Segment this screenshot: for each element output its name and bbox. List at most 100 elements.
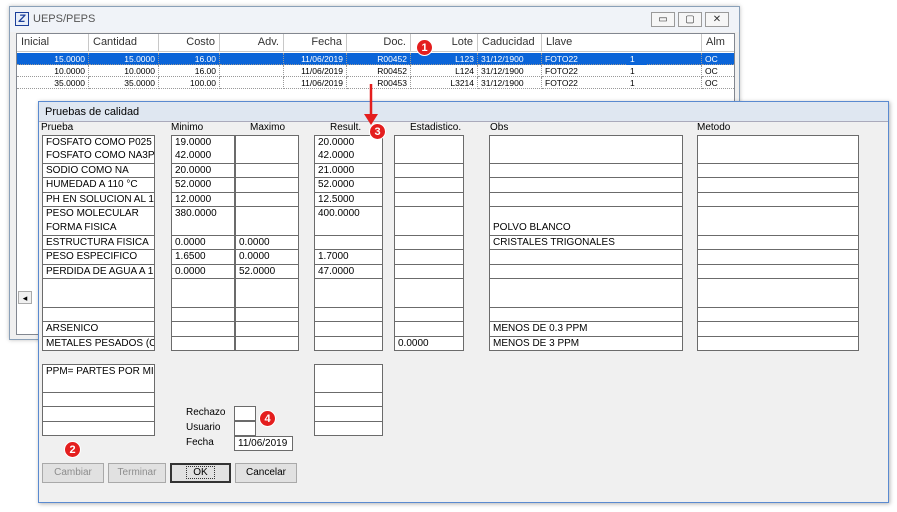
grid-cell-doc[interactable]: R00452 <box>347 65 411 77</box>
field-obs[interactable] <box>489 250 683 265</box>
field-minimo[interactable]: 20.0000 <box>171 163 235 179</box>
field-obs[interactable]: MENOS DE 0.3 PPM <box>489 322 683 337</box>
field-result[interactable]: 21.0000 <box>314 163 383 179</box>
field-metodo[interactable] <box>697 250 859 265</box>
rechazo-field[interactable] <box>234 406 256 421</box>
field-metodo[interactable] <box>697 221 859 236</box>
field-result[interactable] <box>314 322 383 337</box>
field-obs[interactable]: POLVO BLANCO <box>489 221 683 236</box>
field-maximo[interactable] <box>235 307 299 323</box>
grid-cell-cantidad[interactable]: 15.0000 <box>89 53 159 65</box>
column-header-costo[interactable]: Costo <box>159 34 220 52</box>
field-prueba[interactable]: ESTRUCTURA FISICA <box>42 235 155 251</box>
ok-button[interactable]: OK <box>170 463 231 483</box>
field-maximo[interactable] <box>235 279 299 294</box>
field-minimo[interactable] <box>171 293 235 308</box>
grid-cell-doc[interactable]: R00452 <box>347 53 411 65</box>
field-result[interactable]: 400.0000 <box>314 207 383 222</box>
field-result[interactable]: 1.7000 <box>314 250 383 265</box>
field-metodo[interactable] <box>697 207 859 222</box>
field-result[interactable]: 47.0000 <box>314 264 383 280</box>
field-metodo[interactable] <box>697 235 859 251</box>
field-estadistico[interactable] <box>394 192 464 208</box>
field-minimo[interactable] <box>171 279 235 294</box>
column-header-alm[interactable]: Alm <box>702 34 734 52</box>
field-maximo[interactable] <box>235 207 299 222</box>
grid-cell-alm[interactable]: OC <box>702 53 734 65</box>
grid-cell-costo[interactable]: 16.00 <box>159 65 220 77</box>
field-metodo[interactable] <box>697 192 859 208</box>
maximize-button[interactable]: ▢ <box>678 12 702 27</box>
field-maximo[interactable] <box>235 322 299 337</box>
field-minimo[interactable]: 12.0000 <box>171 192 235 208</box>
field-obs[interactable] <box>489 192 683 208</box>
field-estadistico[interactable]: 0.0000 <box>394 336 464 352</box>
field-prueba[interactable] <box>42 307 155 323</box>
field-prueba[interactable]: METALES PESADOS (CI <box>42 336 155 352</box>
field-obs[interactable] <box>489 207 683 222</box>
grid-cell-fecha[interactable]: 11/06/2019 <box>284 53 347 65</box>
grid-cell-fecha[interactable]: 11/06/2019 <box>284 65 347 77</box>
field-estadistico[interactable] <box>394 207 464 222</box>
field-prueba[interactable]: SODIO COMO NA <box>42 163 155 179</box>
notes-field[interactable]: PPM= PARTES POR MIL <box>42 364 155 379</box>
grid-cell-alm[interactable]: OC <box>702 77 734 89</box>
grid-cell-adv[interactable] <box>220 53 284 65</box>
column-header-caducidad[interactable]: Caducidad <box>478 34 542 52</box>
field-obs[interactable] <box>489 135 683 150</box>
field-estadistico[interactable] <box>394 264 464 280</box>
field-estadistico[interactable] <box>394 293 464 308</box>
field-estadistico[interactable] <box>394 322 464 337</box>
field-prueba[interactable] <box>42 279 155 294</box>
notes-field[interactable] <box>42 392 155 408</box>
field-minimo[interactable]: 380.0000 <box>171 207 235 222</box>
field-obs[interactable]: MENOS DE 3 PPM <box>489 336 683 352</box>
field-estadistico[interactable] <box>394 279 464 294</box>
field-maximo[interactable] <box>235 192 299 208</box>
field-metodo[interactable] <box>697 322 859 337</box>
field-prueba[interactable]: PESO MOLECULAR <box>42 207 155 222</box>
grid-cell-inicial[interactable]: 35.0000 <box>17 77 89 89</box>
field-obs[interactable] <box>489 149 683 164</box>
notes-field[interactable] <box>42 378 155 393</box>
grid-cell-cantidad[interactable]: 10.0000 <box>89 65 159 77</box>
field-obs[interactable] <box>489 178 683 193</box>
minimize-button[interactable]: ▭ <box>651 12 675 27</box>
field-minimo[interactable]: 0.0000 <box>171 264 235 280</box>
field-result[interactable]: 52.0000 <box>314 178 383 193</box>
field-maximo[interactable] <box>235 178 299 193</box>
field-estadistico[interactable] <box>394 149 464 164</box>
grid-cell-caducidad[interactable]: 31/12/1900 <box>478 65 542 77</box>
field-metodo[interactable] <box>697 293 859 308</box>
field-metodo[interactable] <box>697 163 859 179</box>
field-maximo[interactable] <box>235 163 299 179</box>
field-prueba[interactable]: PH EN SOLUCION AL 1% <box>42 192 155 208</box>
grid-cell-inicial[interactable]: 10.0000 <box>17 65 89 77</box>
grid-cell-caducidad[interactable]: 31/12/1900 <box>478 53 542 65</box>
field-maximo[interactable]: 52.0000 <box>235 264 299 280</box>
result-extra-field[interactable] <box>314 421 383 437</box>
column-header-llave[interactable]: Llave <box>542 34 702 52</box>
field-minimo[interactable]: 1.6500 <box>171 250 235 265</box>
field-result[interactable] <box>314 293 383 308</box>
field-prueba[interactable] <box>42 293 155 308</box>
field-prueba[interactable]: PESO ESPECIFICO <box>42 250 155 265</box>
field-obs[interactable] <box>489 163 683 179</box>
column-header-cantidad[interactable]: Cantidad <box>89 34 159 52</box>
field-prueba[interactable]: PERDIDA DE AGUA A 1 <box>42 264 155 280</box>
field-estadistico[interactable] <box>394 163 464 179</box>
field-obs[interactable] <box>489 307 683 323</box>
grid-cell-lote[interactable]: L3214 <box>411 77 478 89</box>
notes-field[interactable] <box>42 407 155 422</box>
field-maximo[interactable] <box>235 149 299 164</box>
grid-cell-fecha[interactable]: 11/06/2019 <box>284 77 347 89</box>
grid-cell-cantidad[interactable]: 35.0000 <box>89 77 159 89</box>
fecha-field[interactable]: 11/06/2019 <box>234 436 293 451</box>
column-header-fecha[interactable]: Fecha <box>284 34 347 52</box>
close-button[interactable]: ✕ <box>705 12 729 27</box>
field-result[interactable] <box>314 307 383 323</box>
field-result[interactable]: 12.5000 <box>314 192 383 208</box>
grid-cell-lote[interactable]: L124 <box>411 65 478 77</box>
field-result[interactable]: 42.0000 <box>314 149 383 164</box>
field-minimo[interactable] <box>171 307 235 323</box>
